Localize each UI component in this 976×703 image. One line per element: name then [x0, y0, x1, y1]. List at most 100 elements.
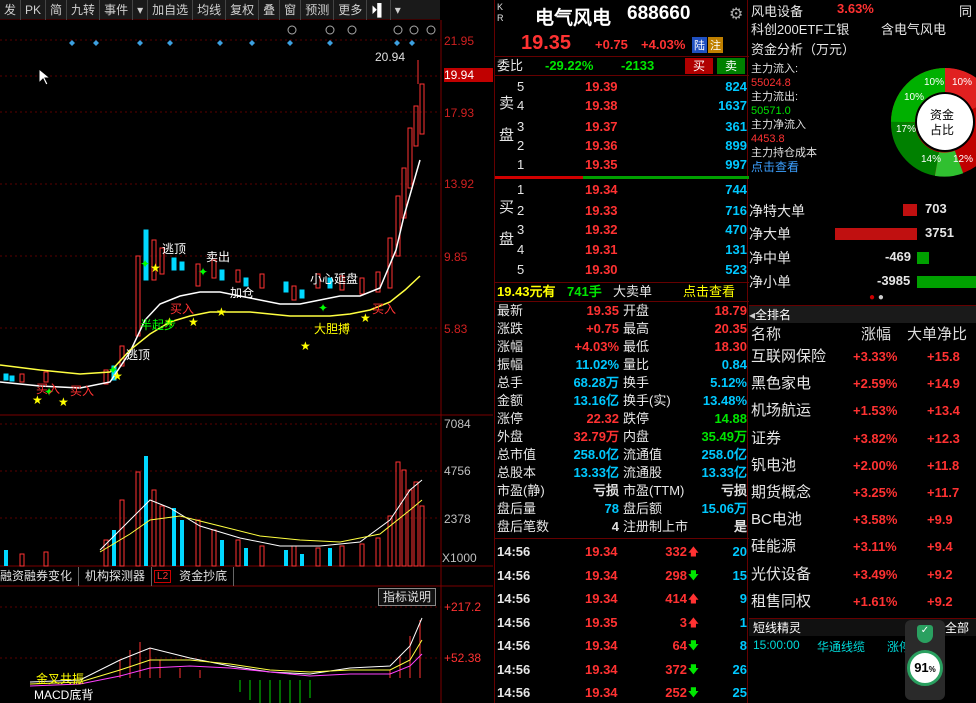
big-order-view-link[interactable]: 点击查看: [683, 283, 735, 301]
stat-label: 最新: [497, 303, 524, 318]
rank-name: 钒电池: [751, 456, 797, 474]
rank-pct: +3.49%: [853, 566, 898, 582]
ask-row[interactable]: 3 19.37 361: [495, 118, 749, 136]
rank-row[interactable]: 光伏设备 +3.49% +9.2: [749, 564, 976, 586]
bid-level: 4: [517, 242, 525, 257]
short-line-all[interactable]: 全部: [945, 619, 969, 637]
net-s-value: -3985: [877, 273, 911, 288]
bid-row[interactable]: 1 19.34 744: [495, 181, 749, 199]
stat-label: 内盘: [623, 429, 650, 444]
ask-price: 19.35: [585, 157, 618, 172]
bid-row[interactable]: 2 19.33 716: [495, 202, 749, 220]
stat-label: 总股本: [497, 465, 537, 480]
tab-margin[interactable]: 融资融券变化: [0, 567, 80, 586]
rank-pct: +1.61%: [853, 593, 898, 609]
rank-pct: +2.00%: [853, 457, 898, 473]
svg-text:★: ★: [216, 305, 227, 319]
ask-row[interactable]: 2 19.36 899: [495, 137, 749, 155]
tick-price: 19.34: [585, 544, 618, 559]
toolbar-item-pk[interactable]: PK: [21, 0, 47, 20]
price-tick-1: 21.95: [444, 34, 475, 48]
stat-value: +4.03%: [574, 339, 619, 354]
tick-price: 19.34: [585, 661, 618, 677]
toolbar-item-simple[interactable]: 简: [46, 0, 68, 20]
concept-name[interactable]: 含电气风电: [881, 19, 946, 38]
macd-tick-2: +52.38: [444, 651, 482, 665]
rank-row[interactable]: BC电池 +3.58% +9.9: [749, 509, 976, 531]
rank-name: 光伏设备: [751, 565, 812, 583]
ask-row[interactable]: 4 19.38 1637: [495, 97, 749, 115]
ask-row[interactable]: 1 19.35 997: [495, 156, 749, 174]
short-line-title[interactable]: 短线精灵: [753, 619, 801, 637]
rank-net: +15.8: [927, 349, 960, 364]
buy-button[interactable]: 买: [685, 58, 713, 74]
ask-row[interactable]: 5 19.39 824: [495, 78, 749, 96]
donut-label-3: 10%: [904, 92, 925, 103]
rank-row[interactable]: 钒电池 +2.00% +11.8: [749, 455, 976, 477]
rank-title[interactable]: 全排名: [755, 308, 791, 322]
tick-row: 14:56 19.34 332 🡅 20: [495, 543, 749, 561]
bid-volume: 716: [725, 203, 747, 218]
rank-row[interactable]: 黑色家电 +2.59% +14.9: [749, 373, 976, 395]
toolbar-item-add-watch[interactable]: 加自选: [148, 0, 194, 20]
stat-label: 流通股: [623, 465, 663, 480]
arrow-up-icon: 🡅: [687, 546, 699, 558]
rank-row[interactable]: 互联网保险 +3.33% +15.8: [749, 346, 976, 368]
bid-price: 19.32: [585, 222, 618, 237]
rank-row[interactable]: 期货概念 +3.25% +11.7: [749, 482, 976, 504]
sector-name[interactable]: 风电设备: [751, 1, 803, 20]
toolbar-dropdown2-icon[interactable]: ▾: [391, 0, 405, 20]
rank-header: ◂全排名: [749, 305, 976, 323]
toolbar-dropdown-icon[interactable]: ▾: [133, 0, 149, 20]
toolbar-item-more[interactable]: 更多: [334, 0, 368, 20]
stat-value: 亏损: [592, 483, 619, 498]
collapse-icon[interactable]: ⏵▌: [367, 0, 391, 20]
arrow-up-icon: 🡅: [687, 616, 699, 629]
col-name[interactable]: 名称: [751, 324, 781, 346]
settings-gear-icon[interactable]: ⚙: [729, 4, 743, 24]
toolbar-item-jiuzhuan[interactable]: 九转: [67, 0, 101, 20]
bid-row[interactable]: 3 19.32 470: [495, 221, 749, 239]
rank-pct: +3.33%: [853, 349, 898, 364]
rank-row[interactable]: 租售同权 +1.61% +9.2: [749, 591, 976, 613]
toolbar-item-fa[interactable]: 发: [0, 0, 22, 20]
tick-time: 14:56: [497, 661, 531, 677]
toolbar-item-adjust[interactable]: 复权: [226, 0, 260, 20]
price-tick-2: 19.94: [444, 68, 493, 82]
indicator-help-button[interactable]: 指标说明: [378, 588, 437, 606]
col-pct[interactable]: 涨幅: [861, 324, 891, 346]
tab-fund-bottom[interactable]: 资金抄底: [173, 567, 235, 586]
etf-name[interactable]: 科创200ETF工银: [751, 19, 849, 38]
tick-volume: 298: [665, 567, 687, 583]
tab-l2[interactable]: L2: [154, 570, 172, 583]
kline-chart-pane[interactable]: ★ ★ ★ ★ ★ ★ ★ ★ ★ ✦ ✦ ✦ ✦ ✦ 21.95 19.94 …: [0, 20, 493, 703]
stat-label: 总市值: [497, 447, 537, 462]
toolbar-item-overlay[interactable]: 叠: [259, 0, 281, 20]
ask-level: 2: [517, 138, 525, 153]
rank-row[interactable]: 证券 +3.82% +12.3: [749, 428, 976, 450]
bid-level: 2: [517, 203, 525, 218]
tick-count: 25: [732, 685, 747, 700]
page-dots[interactable]: ● ●: [869, 292, 884, 303]
ask-volume: 1637: [718, 98, 747, 113]
svg-text:★: ★: [150, 261, 161, 275]
stat-label: 总手: [497, 375, 524, 390]
rank-row[interactable]: 机场航运 +1.53% +13.4: [749, 400, 976, 422]
bid-row[interactable]: 4 19.31 131: [495, 241, 749, 259]
sell-button[interactable]: 卖: [717, 58, 745, 74]
peak-label: 20.94: [375, 50, 406, 64]
tab-institution[interactable]: 机构探测器: [79, 567, 153, 586]
indicator-tabs: 融资融券变化 机构探测器 L2 资金抄底: [0, 567, 441, 586]
score-badge[interactable]: ✓ 91%: [905, 620, 945, 700]
toolbar-item-events[interactable]: 事件: [100, 0, 134, 20]
toolbar-item-forecast[interactable]: 预测: [301, 0, 335, 20]
flow-view-link[interactable]: 点击查看: [751, 160, 817, 174]
toolbar-item-window[interactable]: 窗: [280, 0, 302, 20]
rank-row[interactable]: 硅能源 +3.11% +9.4: [749, 536, 976, 558]
arrow-down-icon: 🡇: [687, 569, 699, 582]
toolbar-item-ma[interactable]: 均线: [193, 0, 227, 20]
bid-row[interactable]: 5 19.30 523: [495, 261, 749, 279]
tick-count: 1: [739, 614, 747, 630]
col-big-net[interactable]: 大单净比: [907, 324, 967, 346]
stat-label: 盘后笔数: [497, 519, 550, 534]
